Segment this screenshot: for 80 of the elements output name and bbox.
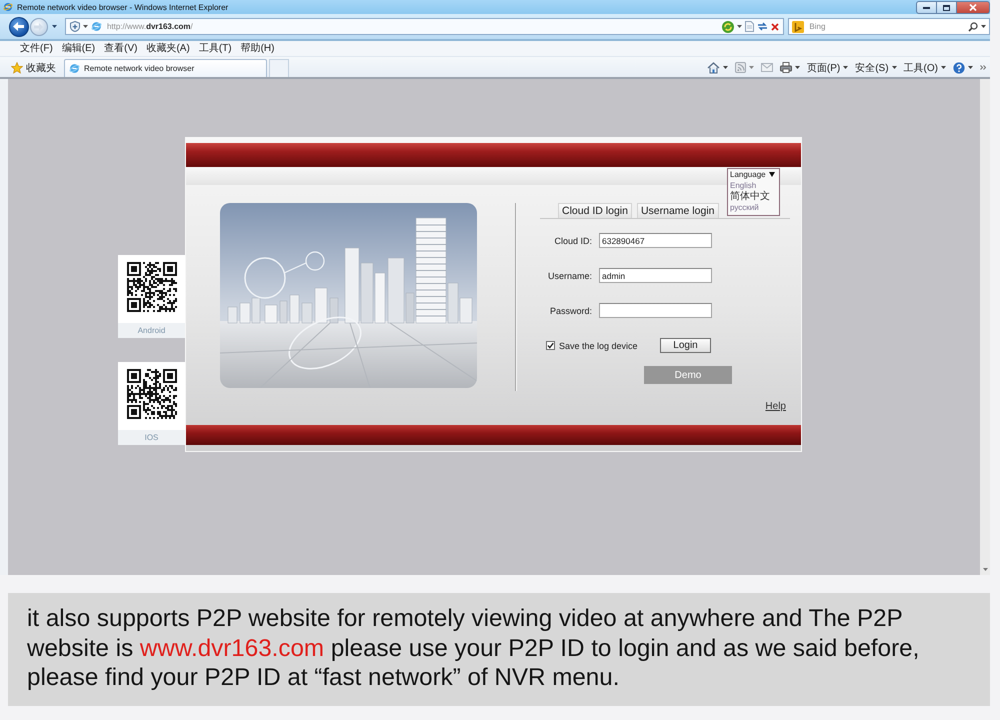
- maximize-button[interactable]: [937, 1, 957, 14]
- checkbox[interactable]: [546, 341, 555, 350]
- print-button[interactable]: [780, 62, 800, 73]
- provider-logo-icon: [792, 20, 804, 32]
- search-input[interactable]: Bing: [807, 20, 966, 33]
- qr-label: IOS: [144, 432, 158, 442]
- caret-icon: [968, 66, 973, 69]
- website-url: www.dvr163.com: [140, 634, 324, 662]
- circular-arrows-icon[interactable]: [722, 20, 734, 32]
- maximize-icon: [943, 4, 950, 10]
- caret-icon: [722, 66, 728, 69]
- minimize-icon: [923, 6, 930, 8]
- help-link[interactable]: Help: [765, 401, 786, 412]
- shield-icon[interactable]: [70, 21, 80, 32]
- qr-code-icon: [126, 369, 176, 419]
- scrollbar[interactable]: [980, 79, 990, 575]
- favorites-button[interactable]: 收藏夹: [11, 58, 56, 77]
- language-select[interactable]: Language: [730, 169, 777, 180]
- qr-label: Android: [138, 326, 166, 336]
- qr-code-icon: [126, 262, 176, 312]
- caption-text: it also supports P2P website for remotely viewing video at anywhere and The P2P website is www.dvr163.com please use your P2P ID to login and as we said before, please find your P2P ID at “fast network” of NVR menu.: [27, 604, 920, 692]
- caret-icon[interactable]: [981, 25, 986, 28]
- search-field[interactable]: Bing: [788, 18, 990, 35]
- toolbar-menu[interactable]: 页面(P): [806, 60, 848, 74]
- star-icon: [11, 62, 23, 74]
- login-tab[interactable]: Cloud ID login: [558, 203, 632, 218]
- language-option[interactable]: English: [730, 180, 777, 191]
- toolbar-menu[interactable]: 工具(O): [904, 60, 946, 74]
- input-field[interactable]: [599, 303, 712, 318]
- caret-icon: [892, 66, 897, 69]
- close-icon[interactable]: [771, 22, 780, 30]
- mail-icon: [760, 63, 773, 72]
- address-field[interactable]: http://www.dvr163.com/: [64, 18, 784, 35]
- login-button[interactable]: Login: [660, 338, 711, 353]
- field-label: Cloud ID:: [554, 236, 592, 246]
- menu-item[interactable]: 收藏夹(A): [146, 42, 190, 55]
- home-icon: [706, 62, 720, 74]
- browser-tab[interactable]: Remote network video browser: [64, 59, 267, 77]
- refresh-icon[interactable]: [757, 22, 768, 31]
- caret-icon: [748, 66, 754, 69]
- help-icon: [953, 62, 965, 74]
- field-label: Password:: [550, 306, 592, 316]
- help-button[interactable]: [953, 62, 973, 74]
- input-field[interactable]: admin: [599, 268, 712, 283]
- search-icon[interactable]: [968, 22, 978, 32]
- close-icon: [969, 4, 977, 11]
- caret-icon[interactable]: [52, 25, 57, 28]
- checkbox-label: Save the log device: [559, 340, 638, 350]
- caret-icon[interactable]: [737, 25, 742, 28]
- close-button[interactable]: [957, 1, 990, 14]
- input-field[interactable]: 632890467: [599, 233, 712, 248]
- language-option[interactable]: 简体中文: [730, 191, 777, 202]
- window-title: Remote network video browser - Windows Internet Explorer: [17, 2, 228, 12]
- caret-icon[interactable]: [82, 25, 88, 28]
- url-text: http://www.dvr163.com/: [106, 22, 193, 31]
- feed-button[interactable]: [734, 62, 754, 73]
- chevron-icon[interactable]: [980, 65, 986, 70]
- print-icon: [780, 62, 792, 73]
- field-label: Username:: [548, 270, 592, 280]
- back-button[interactable]: [9, 16, 29, 36]
- arrow-right-icon: [34, 22, 44, 30]
- home-button[interactable]: [706, 62, 728, 74]
- minimize-button[interactable]: [916, 1, 937, 14]
- menu-item[interactable]: 工具(T): [198, 42, 232, 55]
- app-logo-icon: [90, 21, 102, 32]
- menu-item[interactable]: 文件(F): [20, 42, 53, 55]
- menu-item[interactable]: 编辑(E): [62, 42, 96, 55]
- app-logo-icon: [69, 63, 80, 74]
- login-tab[interactable]: Username login: [636, 203, 718, 218]
- toolbar-menu[interactable]: 安全(S): [855, 60, 897, 74]
- caret-icon: [843, 66, 848, 69]
- menu-item[interactable]: 查看(V): [104, 42, 138, 55]
- feed-icon: [734, 62, 746, 73]
- caret-icon: [941, 66, 946, 69]
- language-option[interactable]: русский: [730, 202, 777, 213]
- arrow-left-icon: [13, 22, 24, 31]
- caret-icon: [794, 66, 800, 69]
- app-logo-icon: [3, 2, 13, 12]
- menu-item[interactable]: 帮助(H): [240, 42, 274, 55]
- caret-icon: [768, 172, 775, 177]
